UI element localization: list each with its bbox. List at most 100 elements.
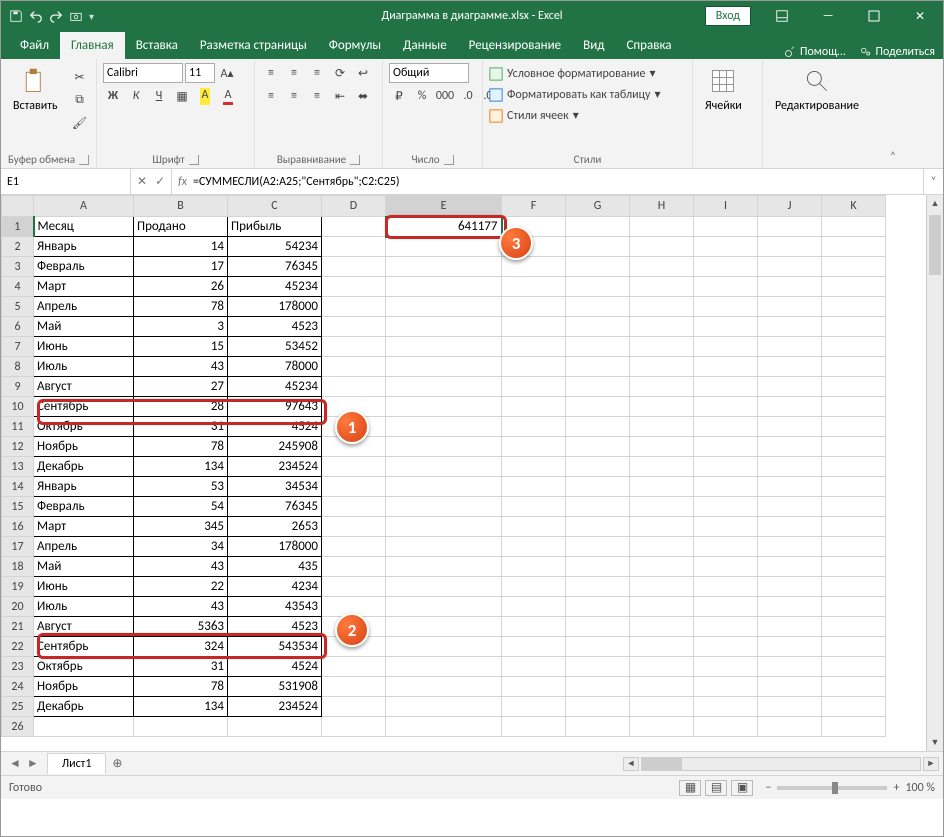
cell[interactable] [386, 477, 502, 497]
cell[interactable] [630, 677, 694, 697]
cell[interactable] [502, 357, 566, 377]
align-launcher[interactable] [350, 155, 360, 165]
col-header-D[interactable]: D [322, 196, 386, 217]
cell[interactable] [566, 277, 630, 297]
font-launcher[interactable] [189, 155, 199, 165]
col-header-C[interactable]: C [228, 196, 322, 217]
tab-layout[interactable]: Разметка страницы [189, 32, 318, 59]
cell[interactable] [822, 237, 886, 257]
cell[interactable] [694, 337, 758, 357]
cell[interactable]: 53 [134, 477, 228, 497]
cell[interactable] [694, 437, 758, 457]
align-top-icon[interactable]: ≡ [261, 63, 281, 83]
cell[interactable]: 78 [134, 437, 228, 457]
cell[interactable] [758, 357, 822, 377]
share-button[interactable]: Поделиться [860, 45, 935, 59]
cell[interactable] [694, 717, 758, 737]
cell[interactable] [758, 557, 822, 577]
row-header[interactable]: 6 [2, 317, 34, 337]
cell[interactable] [822, 557, 886, 577]
cell[interactable] [758, 457, 822, 477]
cell[interactable] [758, 717, 822, 737]
cell[interactable] [386, 297, 502, 317]
percent-icon[interactable]: % [412, 86, 432, 106]
cell[interactable]: 4524 [228, 417, 322, 437]
cell[interactable] [566, 377, 630, 397]
tab-help[interactable]: Справка [615, 32, 682, 59]
conditional-formatting-button[interactable]: Условное форматирование ▾ [489, 66, 661, 81]
cell[interactable] [386, 437, 502, 457]
sheet-nav-next-icon[interactable]: ► [27, 756, 39, 771]
cell[interactable] [694, 617, 758, 637]
cell[interactable] [322, 697, 386, 717]
cell[interactable] [566, 677, 630, 697]
cell[interactable] [502, 477, 566, 497]
hscroll-right-icon[interactable]: ► [923, 757, 939, 771]
cell[interactable] [630, 297, 694, 317]
cell[interactable] [822, 517, 886, 537]
cell[interactable] [630, 277, 694, 297]
cell[interactable] [694, 657, 758, 677]
tab-home[interactable]: Главная [60, 32, 125, 59]
cell[interactable] [322, 277, 386, 297]
redo-icon[interactable] [49, 9, 63, 23]
cell[interactable]: 14 [134, 237, 228, 257]
cell[interactable] [566, 257, 630, 277]
collapse-ribbon-icon[interactable]: ˄ [883, 59, 903, 168]
copy-icon[interactable]: ⧉ [70, 90, 90, 110]
cell[interactable] [758, 637, 822, 657]
col-header-J[interactable]: J [758, 196, 822, 217]
orientation-icon[interactable]: ⟳ [330, 63, 350, 83]
cell[interactable] [758, 517, 822, 537]
cell[interactable] [822, 317, 886, 337]
cell[interactable]: 531908 [228, 677, 322, 697]
underline-icon[interactable]: Ч [149, 86, 169, 106]
cell[interactable] [822, 417, 886, 437]
cell[interactable]: Март [34, 517, 134, 537]
font-name-input[interactable] [103, 63, 183, 83]
align-left-icon[interactable]: ≡ [261, 86, 281, 106]
paste-button[interactable]: Вставить [7, 63, 64, 117]
clipboard-launcher[interactable] [79, 155, 89, 165]
cell[interactable] [566, 537, 630, 557]
col-header-G[interactable]: G [566, 196, 630, 217]
cell[interactable]: Октябрь [34, 417, 134, 437]
cell[interactable] [502, 657, 566, 677]
cell[interactable]: 4524 [228, 657, 322, 677]
row-header[interactable]: 23 [2, 657, 34, 677]
cell[interactable] [502, 437, 566, 457]
cell[interactable] [630, 397, 694, 417]
cell[interactable] [822, 697, 886, 717]
cell[interactable] [386, 357, 502, 377]
cell[interactable] [822, 657, 886, 677]
cell[interactable]: Апрель [34, 297, 134, 317]
cell[interactable] [502, 417, 566, 437]
cell[interactable]: 45234 [228, 377, 322, 397]
cell[interactable] [630, 417, 694, 437]
cell[interactable] [502, 517, 566, 537]
cell[interactable] [386, 497, 502, 517]
tab-insert[interactable]: Вставка [125, 32, 189, 59]
cell[interactable]: Сентябрь [34, 397, 134, 417]
cell[interactable]: 26 [134, 277, 228, 297]
cell[interactable] [566, 337, 630, 357]
cell[interactable]: Июль [34, 357, 134, 377]
row-header[interactable]: 11 [2, 417, 34, 437]
cell[interactable]: Август [34, 617, 134, 637]
cell[interactable] [566, 297, 630, 317]
cell[interactable] [822, 637, 886, 657]
sheet-nav-prev-icon[interactable]: ◄ [9, 756, 21, 771]
cut-icon[interactable]: ✂ [70, 67, 90, 87]
cell[interactable] [502, 637, 566, 657]
cell[interactable] [694, 557, 758, 577]
cell[interactable] [694, 217, 758, 237]
cell[interactable] [822, 297, 886, 317]
editing-button[interactable]: Редактирование [769, 63, 865, 117]
cell[interactable] [694, 257, 758, 277]
align-right-icon[interactable]: ≡ [307, 86, 327, 106]
cell[interactable]: 4523 [228, 317, 322, 337]
cell[interactable]: Июль [34, 597, 134, 617]
cell[interactable] [502, 577, 566, 597]
scroll-up-icon[interactable]: ▲ [927, 195, 943, 212]
cell[interactable] [566, 657, 630, 677]
